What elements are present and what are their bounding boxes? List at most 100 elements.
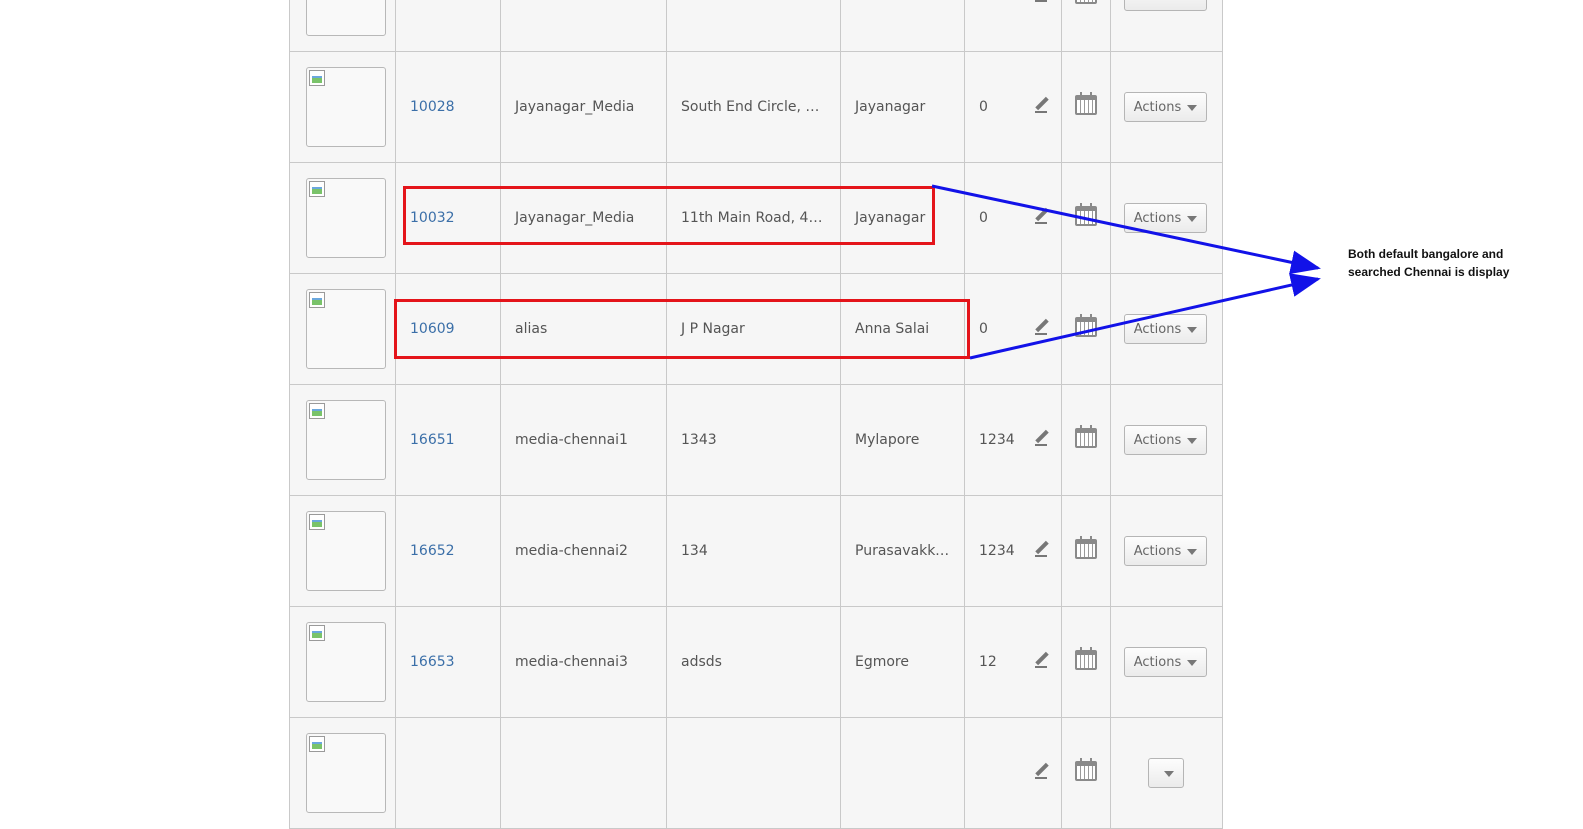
actions-button-label: Actions (1133, 654, 1182, 670)
actions-button-label: Actions (1133, 210, 1182, 226)
edit-cell (1022, 273, 1062, 385)
pencil-icon[interactable] (1034, 763, 1050, 779)
name-cell: media-chennai1 (500, 384, 667, 496)
actions-dropdown-button[interactable]: Actions (1123, 203, 1208, 233)
calendar-icon[interactable] (1075, 314, 1097, 337)
table-row: Actions (289, 0, 1223, 52)
broken-image-icon (309, 403, 325, 419)
media-thumbnail[interactable] (306, 0, 386, 36)
table-row: 16653 media-chennai3 adsds Egmore 12 Actions (289, 606, 1223, 718)
id-cell: 10609 (395, 273, 501, 385)
count-cell: 1234 (964, 384, 1023, 496)
calendar-cell (1061, 273, 1111, 385)
media-id-link[interactable]: 16653 (410, 654, 455, 670)
count-cell: 0 (964, 51, 1023, 163)
media-thumbnail[interactable] (306, 511, 386, 591)
media-id-link[interactable]: 10032 (410, 210, 455, 226)
media-id-link[interactable]: 16651 (410, 432, 455, 448)
actions-button-label: Actions (1133, 99, 1182, 115)
table-row: 10032 Jayanagar_Media 11th Main Road, 4th.… (289, 162, 1223, 274)
actions-cell: Actions (1110, 273, 1223, 385)
actions-dropdown-button[interactable]: Actions (1123, 92, 1208, 122)
media-thumbnail[interactable] (306, 178, 386, 258)
thumbnail-cell (289, 162, 396, 274)
area-cell: Purasavakkam (840, 495, 965, 607)
actions-button-label: Actions (1134, 0, 1182, 4)
address-cell: 1343 (666, 384, 841, 496)
calendar-icon[interactable] (1075, 425, 1097, 448)
thumbnail-cell (289, 606, 396, 718)
table-row: 16651 media-chennai1 1343 Mylapore 1234 Actio… (289, 384, 1223, 496)
thumbnail-cell (289, 0, 396, 52)
name-cell: media-chennai3 (500, 606, 667, 718)
actions-dropdown-button[interactable]: Actions (1123, 536, 1208, 566)
id-cell: 16651 (395, 384, 501, 496)
calendar-cell (1061, 384, 1111, 496)
name-cell: media-chennai2 (500, 495, 667, 607)
area-cell: Egmore (840, 606, 965, 718)
id-cell (395, 0, 501, 52)
actions-dropdown-button[interactable]: Actions (1123, 425, 1208, 455)
annotation-note: Both default bangalore and searched Chen… (1348, 245, 1509, 281)
actions-cell: Actions (1110, 606, 1223, 718)
calendar-cell (1061, 51, 1111, 163)
pencil-icon[interactable] (1034, 652, 1050, 668)
area-cell: Jayanagar (840, 162, 965, 274)
thumbnail-cell (289, 384, 396, 496)
pencil-icon[interactable] (1034, 430, 1050, 446)
id-cell: 10032 (395, 162, 501, 274)
media-id-link[interactable]: 10028 (410, 99, 455, 115)
caret-down-icon (1163, 771, 1174, 777)
pencil-icon[interactable] (1034, 208, 1050, 224)
address-cell: 11th Main Road, 4th... (666, 162, 841, 274)
annotation-line-1: Both default bangalore and (1348, 247, 1504, 261)
name-cell: alias (500, 273, 667, 385)
address-cell: South End Circle, R.V... (666, 51, 841, 163)
media-thumbnail[interactable] (306, 400, 386, 480)
pencil-icon[interactable] (1034, 319, 1050, 335)
calendar-icon[interactable] (1075, 536, 1097, 559)
calendar-icon[interactable] (1075, 758, 1097, 781)
id-cell (395, 717, 501, 829)
calendar-icon[interactable] (1075, 0, 1097, 4)
media-thumbnail[interactable] (306, 289, 386, 369)
calendar-icon[interactable] (1075, 92, 1097, 115)
actions-dropdown-button[interactable]: Actions (1123, 647, 1208, 677)
area-cell: Anna Salai (840, 273, 965, 385)
address-cell: adsds (666, 606, 841, 718)
actions-cell (1110, 717, 1223, 829)
broken-image-icon (309, 181, 325, 197)
media-id-link[interactable]: 10609 (410, 321, 455, 337)
annotation-line-2: searched Chennai is display (1348, 265, 1510, 279)
broken-image-icon (309, 70, 325, 86)
address-cell (666, 0, 841, 52)
calendar-icon[interactable] (1075, 647, 1097, 670)
media-thumbnail[interactable] (306, 733, 386, 813)
actions-cell: Actions (1110, 0, 1223, 52)
calendar-cell (1061, 495, 1111, 607)
pencil-icon[interactable] (1034, 541, 1050, 557)
actions-dropdown-button[interactable]: Actions (1123, 0, 1208, 11)
calendar-icon[interactable] (1075, 203, 1097, 226)
address-cell: J P Nagar (666, 273, 841, 385)
caret-down-icon (1187, 438, 1198, 444)
id-cell: 16652 (395, 495, 501, 607)
edit-cell (1022, 384, 1062, 496)
pencil-icon[interactable] (1034, 0, 1050, 2)
caret-down-icon (1187, 660, 1198, 666)
thumbnail-cell (289, 273, 396, 385)
actions-dropdown-button[interactable] (1147, 758, 1184, 788)
broken-image-icon (309, 514, 325, 530)
name-cell: Jayanagar_Media (500, 162, 667, 274)
actions-button-label: Actions (1133, 432, 1182, 448)
media-thumbnail[interactable] (306, 67, 386, 147)
calendar-cell (1061, 162, 1111, 274)
media-id-link[interactable]: 16652 (410, 543, 455, 559)
edit-cell (1022, 51, 1062, 163)
actions-button-label: Actions (1133, 543, 1182, 559)
media-thumbnail[interactable] (306, 622, 386, 702)
actions-dropdown-button[interactable]: Actions (1123, 314, 1208, 344)
count-cell: 1234 (964, 495, 1023, 607)
actions-cell: Actions (1110, 162, 1223, 274)
pencil-icon[interactable] (1034, 97, 1050, 113)
